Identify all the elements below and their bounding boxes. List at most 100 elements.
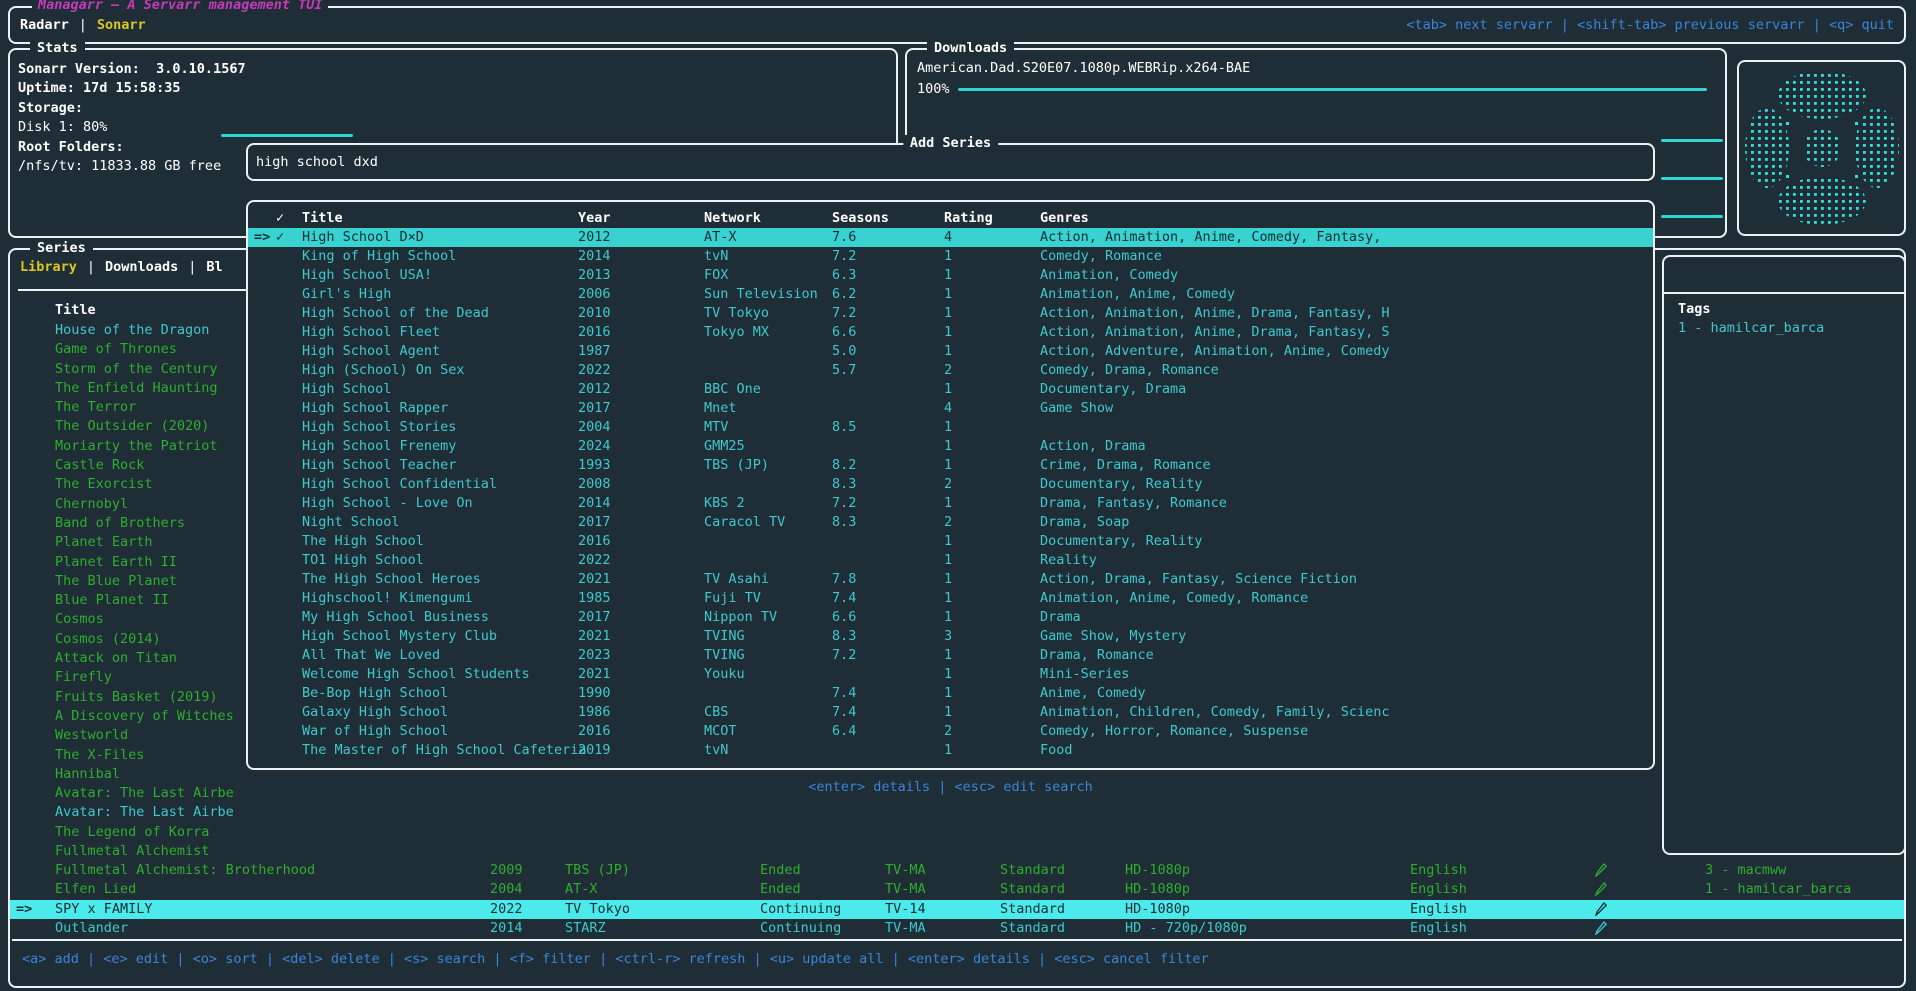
series-result-row[interactable]: The High School20161Documentary, Reality xyxy=(248,532,1653,551)
library-item[interactable]: Planet Earth II xyxy=(10,553,248,572)
result-rating: 1 xyxy=(944,741,1040,760)
checked-mark xyxy=(276,247,302,266)
library-item[interactable]: Fullmetal Alchemist xyxy=(10,842,248,861)
result-rating: 2 xyxy=(944,722,1040,741)
series-result-row[interactable]: War of High School2016MCOT6.42Comedy, Ho… xyxy=(248,722,1653,741)
result-year: 1986 xyxy=(578,703,704,722)
series-result-row[interactable]: =>✓High School D×D2012AT-X7.64Action, An… xyxy=(248,228,1653,247)
library-item[interactable]: The Legend of Korra xyxy=(10,823,248,842)
tags-label: Tags xyxy=(1678,301,1711,317)
library-list: House of the DragonGame of ThronesStorm … xyxy=(10,321,248,867)
series-row[interactable]: Elfen Lied2004AT-XEndedTV-MAStandardHD-1… xyxy=(10,880,1904,899)
series-result-row[interactable]: High School - Love On2014KBS 27.21Drama,… xyxy=(248,494,1653,513)
series-result-row[interactable]: High School Rapper2017Mnet4Game Show xyxy=(248,399,1653,418)
selection-arrow xyxy=(254,456,276,475)
library-item[interactable]: Firefly xyxy=(10,668,248,687)
series-result-row[interactable]: Welcome High School Students2021Youku1Mi… xyxy=(248,665,1653,684)
result-genres: Comedy, Drama, Romance xyxy=(1040,361,1653,380)
series-certification: TV-14 xyxy=(885,900,1000,919)
series-result-row[interactable]: King of High School2014tvN7.21Comedy, Ro… xyxy=(248,247,1653,266)
result-genres: Documentary, Reality xyxy=(1040,532,1653,551)
series-language: English xyxy=(1410,861,1595,880)
series-tab-library[interactable]: Library xyxy=(20,259,77,275)
series-tab-downloads[interactable]: Downloads xyxy=(105,259,178,275)
library-item[interactable]: Fruits Basket (2019) xyxy=(10,688,248,707)
result-title: Highschool! Kimengumi xyxy=(302,589,578,608)
series-result-row[interactable]: Night School2017Caracol TV8.32Drama, Soa… xyxy=(248,513,1653,532)
result-seasons xyxy=(832,399,944,418)
library-item[interactable]: Cosmos (2014) xyxy=(10,630,248,649)
series-result-row[interactable]: High (School) On Sex20225.72Comedy, Dram… xyxy=(248,361,1653,380)
library-item[interactable]: House of the Dragon xyxy=(10,321,248,340)
result-genres: Documentary, Drama xyxy=(1040,380,1653,399)
library-item[interactable]: Band of Brothers xyxy=(10,514,248,533)
library-item[interactable]: The Outsider (2020) xyxy=(10,417,248,436)
tab-radarr[interactable]: Radarr xyxy=(20,17,69,33)
checked-mark xyxy=(276,589,302,608)
selection-arrow xyxy=(254,304,276,323)
series-result-row[interactable]: Be-Bop High School19907.41Anime, Comedy xyxy=(248,684,1653,703)
library-item[interactable]: Blue Planet II xyxy=(10,591,248,610)
result-rating: 2 xyxy=(944,475,1040,494)
library-item[interactable]: The Exorcist xyxy=(10,475,248,494)
result-title: Night School xyxy=(302,513,578,532)
series-result-row[interactable]: High School Stories2004MTV8.51 xyxy=(248,418,1653,437)
series-result-row[interactable]: The High School Heroes2021TV Asahi7.81Ac… xyxy=(248,570,1653,589)
result-seasons: 7.8 xyxy=(832,570,944,589)
library-item[interactable]: The Blue Planet xyxy=(10,572,248,591)
checked-mark xyxy=(276,437,302,456)
library-item[interactable]: Cosmos xyxy=(10,610,248,629)
library-item[interactable]: The X-Files xyxy=(10,746,248,765)
series-result-row[interactable]: High School Mystery Club2021TVING8.33Gam… xyxy=(248,627,1653,646)
series-result-row[interactable]: High School Confidential20088.32Document… xyxy=(248,475,1653,494)
series-certification: TV-MA xyxy=(885,880,1000,899)
series-tab-blocklist[interactable]: Bl xyxy=(206,259,222,275)
result-seasons: 7.4 xyxy=(832,589,944,608)
series-result-row[interactable]: Girl's High2006Sun Television6.21Animati… xyxy=(248,285,1653,304)
series-result-row[interactable]: High School Agent19875.01Action, Adventu… xyxy=(248,342,1653,361)
selection-arrow xyxy=(254,684,276,703)
series-result-row[interactable]: The Master of High School Cafeteria2019t… xyxy=(248,741,1653,760)
tab-sonarr[interactable]: Sonarr xyxy=(97,17,146,33)
selection-arrow xyxy=(254,323,276,342)
download-percent: 100% xyxy=(917,80,950,99)
series-result-row[interactable]: Highschool! Kimengumi1985Fuji TV7.41Anim… xyxy=(248,589,1653,608)
series-result-row[interactable]: High School Frenemy2024GMM251Action, Dra… xyxy=(248,437,1653,456)
library-item[interactable]: The Enfield Haunting xyxy=(10,379,248,398)
search-input[interactable] xyxy=(256,147,1636,177)
library-item[interactable]: Avatar: The Last Airbe xyxy=(10,784,248,803)
library-item[interactable]: Westworld xyxy=(10,726,248,745)
series-row[interactable]: Fullmetal Alchemist: Brotherhood2009TBS … xyxy=(10,861,1904,880)
library-item[interactable]: A Discovery of Witches xyxy=(10,707,248,726)
library-item[interactable]: Attack on Titan xyxy=(10,649,248,668)
result-rating: 1 xyxy=(944,323,1040,342)
series-result-row[interactable]: High School USA!2013FOX6.31Animation, Co… xyxy=(248,266,1653,285)
result-seasons: 7.2 xyxy=(832,494,944,513)
series-result-row[interactable]: High School2012BBC One1Documentary, Dram… xyxy=(248,380,1653,399)
library-item[interactable]: Game of Thrones xyxy=(10,340,248,359)
series-row[interactable]: Outlander2014STARZContinuingTV-MAStandar… xyxy=(10,919,1904,938)
series-result-row[interactable]: Galaxy High School1986CBS7.41Animation, … xyxy=(248,703,1653,722)
result-title: War of High School xyxy=(302,722,578,741)
library-item[interactable]: Chernobyl xyxy=(10,495,248,514)
library-item[interactable]: Storm of the Century xyxy=(10,360,248,379)
library-item[interactable]: Avatar: The Last Airbe xyxy=(10,803,248,822)
series-result-row[interactable]: TO1 High School20221Reality xyxy=(248,551,1653,570)
series-row[interactable]: =>SPY x FAMILY2022TV TokyoContinuingTV-1… xyxy=(10,900,1904,919)
series-title: SPY x FAMILY xyxy=(47,900,490,919)
library-item[interactable]: Hannibal xyxy=(10,765,248,784)
series-result-row[interactable]: All That We Loved2023TVING7.21Drama, Rom… xyxy=(248,646,1653,665)
series-result-row[interactable]: My High School Business2017Nippon TV6.61… xyxy=(248,608,1653,627)
library-item[interactable]: Moriarty the Patriot xyxy=(10,437,248,456)
library-item[interactable]: Castle Rock xyxy=(10,456,248,475)
library-item[interactable]: Planet Earth xyxy=(10,533,248,552)
result-seasons xyxy=(832,437,944,456)
library-item[interactable]: The Terror xyxy=(10,398,248,417)
result-network: BBC One xyxy=(704,380,832,399)
result-seasons: 8.3 xyxy=(832,475,944,494)
series-result-row[interactable]: High School Teacher1993TBS (JP)8.21Crime… xyxy=(248,456,1653,475)
series-result-row[interactable]: High School of the Dead2010TV Tokyo7.21A… xyxy=(248,304,1653,323)
series-result-row[interactable]: High School Fleet2016Tokyo MX6.61Action,… xyxy=(248,323,1653,342)
search-box: Add Series xyxy=(246,143,1655,181)
checked-mark xyxy=(276,494,302,513)
